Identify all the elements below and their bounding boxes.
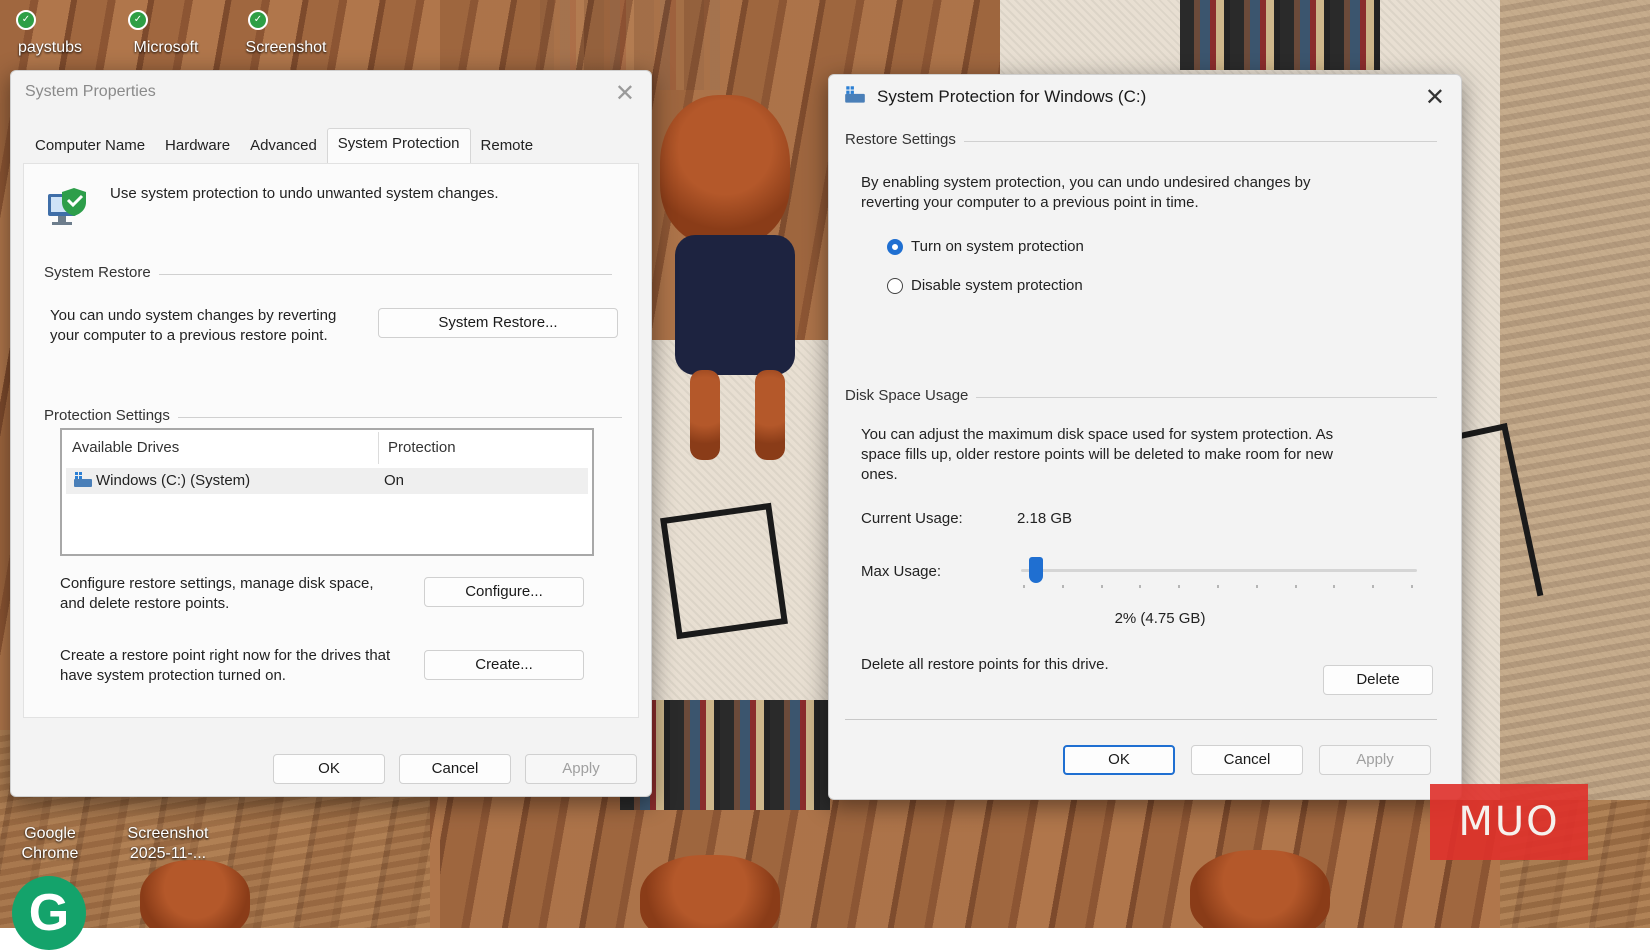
- column-divider: [378, 432, 379, 464]
- slider-tick: [1178, 585, 1181, 588]
- slider-tick: [1023, 585, 1025, 588]
- max-usage-label: Max Usage:: [861, 563, 942, 580]
- footer-divider: [845, 719, 1437, 720]
- desktop-icon-label: Microsoft: [133, 39, 199, 56]
- desktop-icon-label: Screenshot: [245, 39, 327, 56]
- slider-tick: [1061, 585, 1064, 588]
- ok-button[interactable]: OK: [273, 754, 385, 784]
- system-protection-dialog: System Protection for Windows (C:) ✕ Res…: [828, 74, 1462, 800]
- slider-tick: [1139, 585, 1142, 588]
- restore-settings-description: By enabling system protection, you can u…: [861, 174, 1311, 211]
- intro-text: Use system protection to undo unwanted s…: [110, 185, 499, 202]
- slider-tick: [1372, 585, 1375, 588]
- system-restore-button[interactable]: System Restore...: [378, 308, 618, 338]
- drive-icon: [72, 471, 94, 489]
- system-properties-window: System Properties ✕ Computer Name Hardwa…: [10, 70, 652, 797]
- create-button[interactable]: Create...: [424, 650, 584, 680]
- ok-button[interactable]: OK: [1063, 745, 1175, 775]
- dog-leg: [755, 370, 785, 460]
- grammarly-icon[interactable]: G: [12, 876, 86, 950]
- slider-tick: [1411, 585, 1413, 588]
- close-icon[interactable]: ✕: [615, 79, 635, 108]
- slider-tick: [1255, 585, 1258, 588]
- synced-icon: ✓: [16, 10, 36, 30]
- desktop-icon-paystubs[interactable]: ✓ paystubs: [0, 10, 100, 58]
- desktop-icon-label: paystubs: [17, 39, 83, 56]
- desktop-icon-microsoft[interactable]: ✓ Microsoft: [116, 10, 216, 58]
- drive-protection-status: On: [384, 472, 405, 489]
- turn-on-protection-radio[interactable]: [887, 239, 903, 255]
- group-label-system-restore: System Restore: [44, 264, 159, 281]
- desktop-icon-screenshot-2[interactable]: Screenshot 2025-11-...: [118, 804, 218, 864]
- column-header-available-drives[interactable]: Available Drives: [72, 430, 372, 466]
- table-row[interactable]: Windows (C:) (System) On: [66, 468, 588, 494]
- configure-button[interactable]: Configure...: [424, 577, 584, 607]
- window-title: System Properties: [25, 83, 156, 100]
- slider-tick: [1294, 585, 1297, 588]
- tab-panel: Use system protection to undo unwanted s…: [23, 163, 639, 718]
- desktop-icon-google-chrome[interactable]: Google Chrome: [0, 804, 100, 864]
- cancel-button[interactable]: Cancel: [1191, 745, 1303, 775]
- tab-advanced[interactable]: Advanced: [240, 131, 327, 163]
- dog-leg: [690, 370, 720, 460]
- disable-protection-radio[interactable]: [887, 278, 903, 294]
- cancel-button[interactable]: Cancel: [399, 754, 511, 784]
- drive-icon: [843, 85, 867, 105]
- slider-thumb[interactable]: [1028, 557, 1043, 583]
- tab-remote[interactable]: Remote: [471, 131, 544, 163]
- dog-head: [1190, 850, 1330, 928]
- system-restore-description: You can undo system changes by reverting…: [50, 307, 337, 344]
- slider-track: [1021, 569, 1417, 572]
- max-usage-slider[interactable]: [1021, 555, 1417, 595]
- wallpaper-tile: [1180, 0, 1380, 70]
- group-label-restore-settings: Restore Settings: [845, 131, 964, 148]
- titlebar[interactable]: System Properties ✕: [11, 71, 651, 115]
- delete-button[interactable]: Delete: [1323, 665, 1433, 695]
- dog-head: [140, 860, 250, 928]
- delete-description: Delete all restore points for this drive…: [861, 656, 1109, 673]
- group-label-protection-settings: Protection Settings: [44, 407, 178, 424]
- tab-system-protection[interactable]: System Protection: [326, 128, 471, 164]
- dog-head: [660, 95, 790, 245]
- current-usage-label: Current Usage:: [861, 510, 963, 527]
- current-usage-value: 2.18 GB: [1017, 510, 1073, 527]
- disk-space-description: You can adjust the maximum disk space us…: [861, 426, 1334, 483]
- group-label-disk-space-usage: Disk Space Usage: [845, 387, 977, 404]
- create-description: Create a restore point right now for the…: [60, 647, 391, 684]
- slider-tick: [1217, 585, 1219, 588]
- tab-hardware[interactable]: Hardware: [155, 131, 240, 163]
- system-protection-icon: [44, 184, 90, 228]
- disable-protection-label[interactable]: Disable system protection: [911, 276, 1083, 296]
- close-icon[interactable]: ✕: [1425, 83, 1445, 112]
- titlebar[interactable]: System Protection for Windows (C:) ✕: [829, 75, 1461, 119]
- dog-head: [640, 855, 780, 928]
- tab-computer-name[interactable]: Computer Name: [25, 131, 155, 163]
- apply-button[interactable]: Apply: [1319, 745, 1431, 775]
- drives-list[interactable]: Available Drives Protection Windows (C:)…: [60, 428, 594, 556]
- rug-pattern: [660, 502, 788, 640]
- dog-sweater: [675, 235, 795, 375]
- synced-icon: ✓: [248, 10, 268, 30]
- desktop-icon-screenshot[interactable]: ✓ Screenshot: [236, 10, 336, 58]
- slider-tick: [1333, 585, 1336, 588]
- window-title: System Protection for Windows (C:): [877, 87, 1147, 106]
- configure-description: Configure restore settings, manage disk …: [60, 575, 374, 612]
- column-header-protection[interactable]: Protection: [388, 430, 578, 466]
- muo-watermark-logo: MUO: [1430, 784, 1588, 860]
- turn-on-protection-label[interactable]: Turn on system protection: [911, 237, 1084, 257]
- max-usage-value: 2% (4.75 GB): [1114, 610, 1206, 627]
- drive-name: Windows (C:) (System): [96, 472, 251, 489]
- desktop-icon-label: Screenshot 2025-11-...: [127, 825, 209, 862]
- synced-icon: ✓: [128, 10, 148, 30]
- slider-tick: [1100, 585, 1103, 588]
- apply-button[interactable]: Apply: [525, 754, 637, 784]
- tab-strip: Computer Name Hardware Advanced System P…: [25, 128, 544, 164]
- desktop-icon-label: Google Chrome: [21, 825, 79, 862]
